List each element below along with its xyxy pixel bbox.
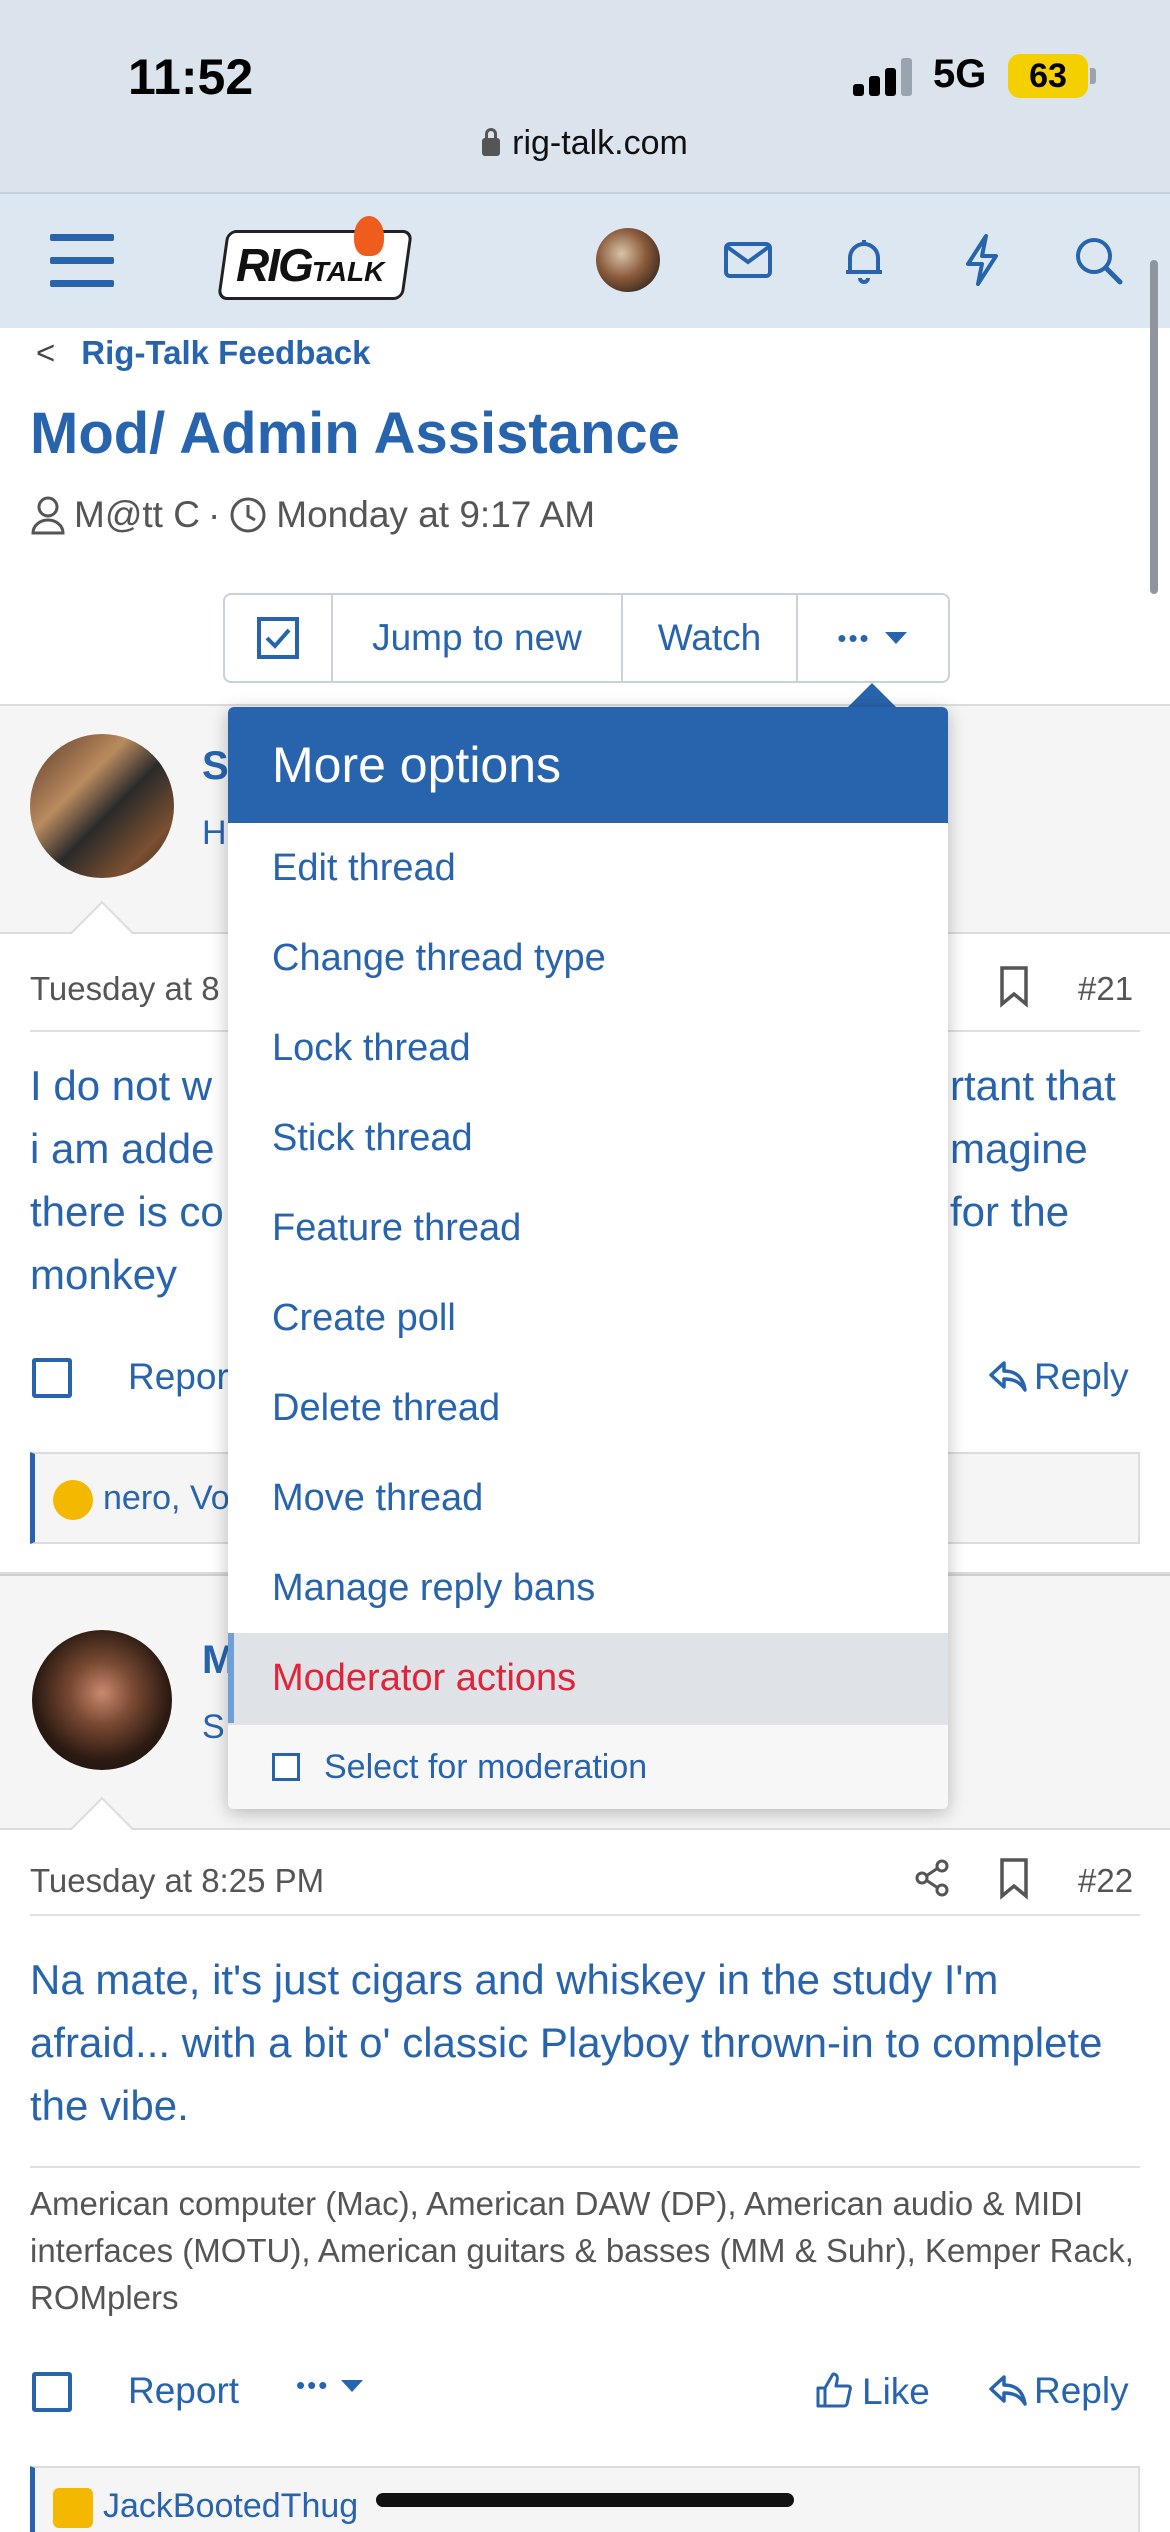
thread-date: Monday at 9:17 AM	[276, 494, 596, 535]
user-icon	[31, 496, 65, 535]
menu-item-stick-thread[interactable]: Stick thread	[228, 1093, 948, 1183]
status-bar: 11:52 5G 63 rig-talk.com	[0, 0, 1170, 192]
url-bar[interactable]: rig-talk.com	[0, 124, 1170, 163]
menu-item-feature-thread[interactable]: Feature thread	[228, 1183, 948, 1273]
avatar[interactable]	[32, 1630, 172, 1770]
menu-item-lock-thread[interactable]: Lock thread	[228, 1003, 948, 1093]
post-author[interactable]: S	[202, 744, 229, 789]
clock-icon	[230, 497, 266, 533]
checkbox-checked-icon	[257, 617, 299, 659]
mail-icon[interactable]	[718, 230, 778, 290]
scrollbar[interactable]	[1150, 260, 1158, 594]
more-dots: •••	[837, 622, 871, 653]
like-button[interactable]: Like	[814, 2370, 930, 2413]
watch-button[interactable]: Watch	[623, 595, 798, 681]
breadcrumb-label: Rig-Talk Feedback	[81, 334, 371, 371]
select-post-checkbox[interactable]	[32, 1358, 72, 1398]
thread-author[interactable]: M@tt C	[74, 494, 200, 536]
menu-item-create-poll[interactable]: Create poll	[228, 1273, 948, 1363]
bookmark-icon[interactable]	[998, 964, 1030, 1008]
logo-text: RIGTALK	[236, 238, 384, 292]
checkbox-icon	[272, 1753, 300, 1781]
lock-icon	[482, 128, 501, 156]
post-author-title: H	[202, 814, 227, 852]
reactions-users[interactable]: nero, Vo	[103, 1479, 230, 1517]
more-dots: •••	[296, 2370, 330, 2400]
post-line: rtant that	[950, 1062, 1116, 1109]
more-options-menu: More options Edit thread Change thread t…	[228, 707, 948, 1809]
reactions-users[interactable]: JackBootedThug	[103, 2487, 358, 2525]
select-for-moderation[interactable]: Select for moderation	[228, 1723, 948, 1809]
post-line: for the	[950, 1188, 1070, 1235]
meta-separator: ·	[207, 494, 221, 535]
post-signature: American computer (Mac), American DAW (D…	[30, 2185, 1134, 2316]
post-line: magine	[950, 1125, 1088, 1172]
reply-button[interactable]: Reply	[988, 2370, 1129, 2412]
menu-item-change-thread-type[interactable]: Change thread type	[228, 913, 948, 1003]
menu-item-move-thread[interactable]: Move thread	[228, 1453, 948, 1543]
site-logo[interactable]: RIGTALK	[217, 216, 413, 308]
breadcrumb[interactable]: < Rig-Talk Feedback	[36, 334, 370, 372]
reply-label: Reply	[1034, 2370, 1129, 2411]
menu-item-moderator-actions[interactable]: Moderator actions	[228, 1633, 948, 1723]
avatar[interactable]	[30, 734, 174, 878]
post-body: Na mate, it's just cigars and whiskey in…	[30, 1956, 1103, 2129]
post-date[interactable]: Tuesday at 8:25 PM	[30, 1862, 324, 1900]
caret-down-icon	[341, 2380, 364, 2392]
bookmark-icon[interactable]	[998, 1856, 1030, 1900]
search-icon[interactable]	[1068, 230, 1128, 290]
post-number[interactable]: #21	[1078, 970, 1133, 1008]
select-for-moderation-label: Select for moderation	[324, 1747, 648, 1786]
signature-divider	[30, 2166, 1140, 2168]
bolt-icon[interactable]	[952, 230, 1012, 290]
thread-actions: Jump to new Watch •••	[223, 593, 950, 683]
battery-nub	[1090, 68, 1096, 84]
menu-item-delete-thread[interactable]: Delete thread	[228, 1363, 948, 1453]
reply-button[interactable]: Reply	[988, 1356, 1129, 1398]
select-thread-button[interactable]	[225, 595, 333, 681]
bell-icon[interactable]	[834, 230, 894, 290]
url-text: rig-talk.com	[512, 124, 688, 162]
post-date[interactable]: Tuesday at 8	[30, 970, 220, 1008]
divider	[30, 1914, 1140, 1916]
home-indicator[interactable]	[376, 2493, 794, 2507]
select-post-checkbox[interactable]	[32, 2372, 72, 2412]
post-author-title: S	[202, 1708, 225, 1746]
reply-icon	[989, 2375, 1027, 2406]
status-time: 11:52	[128, 49, 254, 105]
site-header: RIGTALK	[0, 192, 1170, 328]
jump-to-new-button[interactable]: Jump to new	[333, 595, 623, 681]
signal-icon	[853, 58, 915, 96]
thumbs-up-icon	[816, 2372, 852, 2408]
user-avatar[interactable]	[596, 228, 660, 292]
battery-icon: 63	[1008, 54, 1088, 98]
post-more-button[interactable]: •••	[296, 2370, 365, 2401]
post-body-right: rtant that magine for the	[950, 1054, 1150, 1243]
menu-icon[interactable]	[50, 234, 114, 288]
post-number[interactable]: #22	[1078, 1862, 1133, 1900]
thread-meta: M@tt C · Monday at 9:17 AM	[30, 494, 595, 536]
page-title: Mod/ Admin Assistance	[30, 401, 680, 466]
caret-down-icon	[884, 632, 907, 644]
report-link[interactable]: Report	[128, 2370, 239, 2412]
laugh-emoji-icon	[53, 1480, 93, 1521]
report-link[interactable]: Repor	[128, 1356, 229, 1398]
thumbs-up-emoji-icon	[53, 2488, 93, 2529]
share-icon[interactable]	[912, 1858, 952, 1898]
menu-arrow	[846, 683, 898, 709]
menu-item-manage-reply-bans[interactable]: Manage reply bans	[228, 1543, 948, 1633]
logo-main: RIG	[236, 239, 314, 291]
menu-item-edit-thread[interactable]: Edit thread	[228, 823, 948, 913]
chevron-left-icon: <	[36, 334, 56, 371]
more-options-button[interactable]: •••	[798, 595, 948, 681]
reply-icon	[989, 1361, 1027, 1392]
menu-title: More options	[228, 707, 948, 823]
logo-sub: TALK	[311, 256, 385, 287]
like-label: Like	[862, 2371, 930, 2412]
reply-label: Reply	[1034, 1356, 1129, 1397]
network-label: 5G	[933, 52, 987, 96]
